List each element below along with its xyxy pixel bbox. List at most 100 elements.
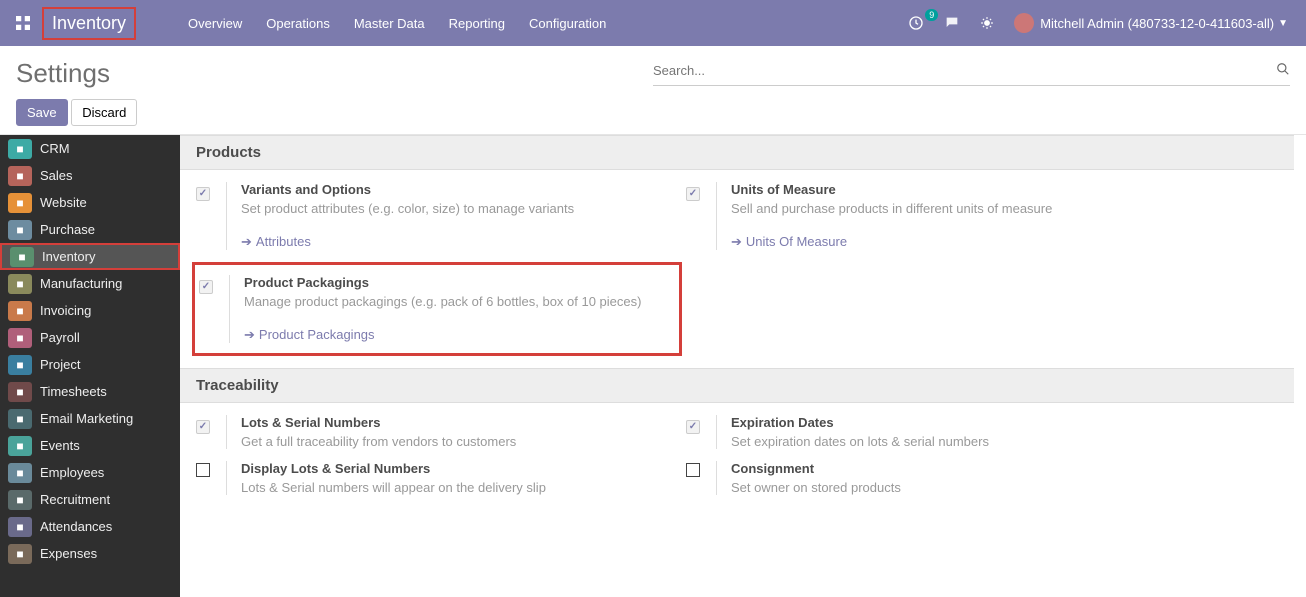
sidebar-item-project[interactable]: ■ Project	[0, 351, 180, 378]
setting-title: Units of Measure	[731, 182, 1156, 197]
arrow-right-icon: ➔	[241, 234, 252, 249]
highlight-packagings: Product Packagings Manage product packag…	[192, 262, 682, 356]
setting-expiration: Expiration Dates Set expiration dates on…	[686, 415, 1156, 449]
discard-button[interactable]: Discard	[71, 99, 137, 126]
save-button[interactable]: Save	[16, 99, 68, 126]
sidebar-item-label: Manufacturing	[40, 276, 122, 291]
setting-desc: Lots & Serial numbers will appear on the…	[241, 480, 666, 495]
packagings-link[interactable]: ➔Product Packagings	[244, 327, 665, 343]
arrow-right-icon: ➔	[244, 327, 255, 342]
search-icon[interactable]	[1276, 62, 1290, 79]
setting-desc: Sell and purchase products in different …	[731, 201, 1156, 216]
sidebar-item-label: CRM	[40, 141, 70, 156]
setting-consignment: Consignment Set owner on stored products	[686, 461, 1156, 495]
setting-packagings: Product Packagings Manage product packag…	[195, 275, 665, 343]
sidebar-item-expenses[interactable]: ■Expenses	[0, 540, 180, 567]
nav-operations[interactable]: Operations	[254, 16, 342, 31]
sidebar-item-label: Sales	[40, 168, 73, 183]
module-icon: ■	[8, 166, 32, 186]
module-icon: ■	[8, 463, 32, 483]
top-navbar: Inventory Overview Operations Master Dat…	[0, 0, 1306, 46]
arrow-right-icon: ➔	[731, 234, 742, 249]
sidebar-item-manufacturing[interactable]: ■ Manufacturing	[0, 270, 180, 297]
variants-checkbox[interactable]	[196, 187, 210, 201]
sidebar-item-crm[interactable]: ■ CRM	[0, 135, 180, 162]
sidebar-item-label: Website	[40, 195, 87, 210]
sidebar-item-label: Attendances	[40, 519, 112, 534]
search-box[interactable]	[653, 58, 1290, 86]
consignment-checkbox[interactable]	[686, 463, 700, 477]
sidebar-item-email-marketing[interactable]: ■ Email Marketing	[0, 405, 180, 432]
messaging-icon[interactable]	[934, 15, 970, 31]
apps-icon[interactable]	[8, 8, 38, 38]
setting-title: Lots & Serial Numbers	[241, 415, 666, 430]
sidebar-item-label: Events	[40, 438, 80, 453]
module-icon: ■	[8, 517, 32, 537]
module-icon: ■	[8, 139, 32, 159]
sidebar-item-events[interactable]: ■ Events	[0, 432, 180, 459]
sidebar-item-label: Invoicing	[40, 303, 91, 318]
module-icon: ■	[8, 436, 32, 456]
user-menu[interactable]: Mitchell Admin (480733-12-0-411603-all) …	[1004, 13, 1298, 33]
nav-configuration[interactable]: Configuration	[517, 16, 618, 31]
nav-master-data[interactable]: Master Data	[342, 16, 437, 31]
debug-icon[interactable]	[970, 16, 1004, 30]
sidebar-item-payroll[interactable]: ■ Payroll	[0, 324, 180, 351]
nav-overview[interactable]: Overview	[176, 16, 254, 31]
main-content: Products Variants and Options Set produc…	[180, 135, 1306, 597]
module-icon: ■	[10, 247, 34, 267]
module-icon: ■	[8, 193, 32, 213]
module-name[interactable]: Inventory	[42, 7, 136, 40]
module-icon: ■	[8, 220, 32, 240]
sidebar-item-invoicing[interactable]: ■ Invoicing	[0, 297, 180, 324]
sidebar-item-label: Email Marketing	[40, 411, 133, 426]
avatar-icon	[1014, 13, 1034, 33]
module-icon: ■	[8, 274, 32, 294]
setting-title: Variants and Options	[241, 182, 666, 197]
activity-icon[interactable]: 9	[898, 15, 934, 31]
setting-variants: Variants and Options Set product attribu…	[196, 182, 666, 250]
setting-desc: Set product attributes (e.g. color, size…	[241, 201, 666, 216]
sidebar-item-attendances[interactable]: ■ Attendances	[0, 513, 180, 540]
sidebar-item-sales[interactable]: ■ Sales	[0, 162, 180, 189]
lots-checkbox[interactable]	[196, 420, 210, 434]
activity-count: 9	[925, 9, 938, 21]
control-panel: Settings Save Discard	[0, 46, 1306, 135]
sidebar-item-employees[interactable]: ■ Employees	[0, 459, 180, 486]
sidebar-item-label: Employees	[40, 465, 104, 480]
sidebar-item-website[interactable]: ■ Website	[0, 189, 180, 216]
sidebar-item-label: Project	[40, 357, 80, 372]
uom-link[interactable]: ➔Units Of Measure	[731, 234, 1156, 250]
section-products-header: Products	[180, 135, 1294, 170]
sidebar-item-inventory[interactable]: ■ Inventory	[0, 243, 180, 270]
display-lots-checkbox[interactable]	[196, 463, 210, 477]
sidebar-item-timesheets[interactable]: ■Timesheets	[0, 378, 180, 405]
sidebar-item-label: Inventory	[42, 249, 95, 264]
settings-sidebar: ■ CRM ■ Sales ■ Website ■ Purchase ■ Inventory ■ Ma…	[0, 135, 180, 597]
setting-title: Product Packagings	[244, 275, 665, 290]
sidebar-item-label: Recruitment	[40, 492, 110, 507]
setting-desc: Get a full traceability from vendors to …	[241, 434, 666, 449]
module-icon: ■	[8, 409, 32, 429]
packagings-checkbox[interactable]	[199, 280, 213, 294]
setting-title: Display Lots & Serial Numbers	[241, 461, 666, 476]
module-icon: ■	[8, 301, 32, 321]
sidebar-item-purchase[interactable]: ■ Purchase	[0, 216, 180, 243]
expiration-checkbox[interactable]	[686, 420, 700, 434]
uom-checkbox[interactable]	[686, 187, 700, 201]
setting-desc: Set expiration dates on lots & serial nu…	[731, 434, 1156, 449]
sidebar-item-label: Purchase	[40, 222, 95, 237]
module-icon: ■	[8, 490, 32, 510]
page-title: Settings	[16, 58, 653, 89]
module-icon: ■	[8, 328, 32, 348]
nav-reporting[interactable]: Reporting	[437, 16, 517, 31]
setting-desc: Set owner on stored products	[731, 480, 1156, 495]
sidebar-item-recruitment[interactable]: ■ Recruitment	[0, 486, 180, 513]
module-icon: ■	[8, 355, 32, 375]
setting-title: Consignment	[731, 461, 1156, 476]
module-icon: ■	[8, 544, 32, 564]
search-input[interactable]	[653, 63, 1276, 78]
chevron-down-icon: ▼	[1278, 18, 1288, 29]
attributes-link[interactable]: ➔Attributes	[241, 234, 666, 250]
sidebar-item-label: Payroll	[40, 330, 80, 345]
